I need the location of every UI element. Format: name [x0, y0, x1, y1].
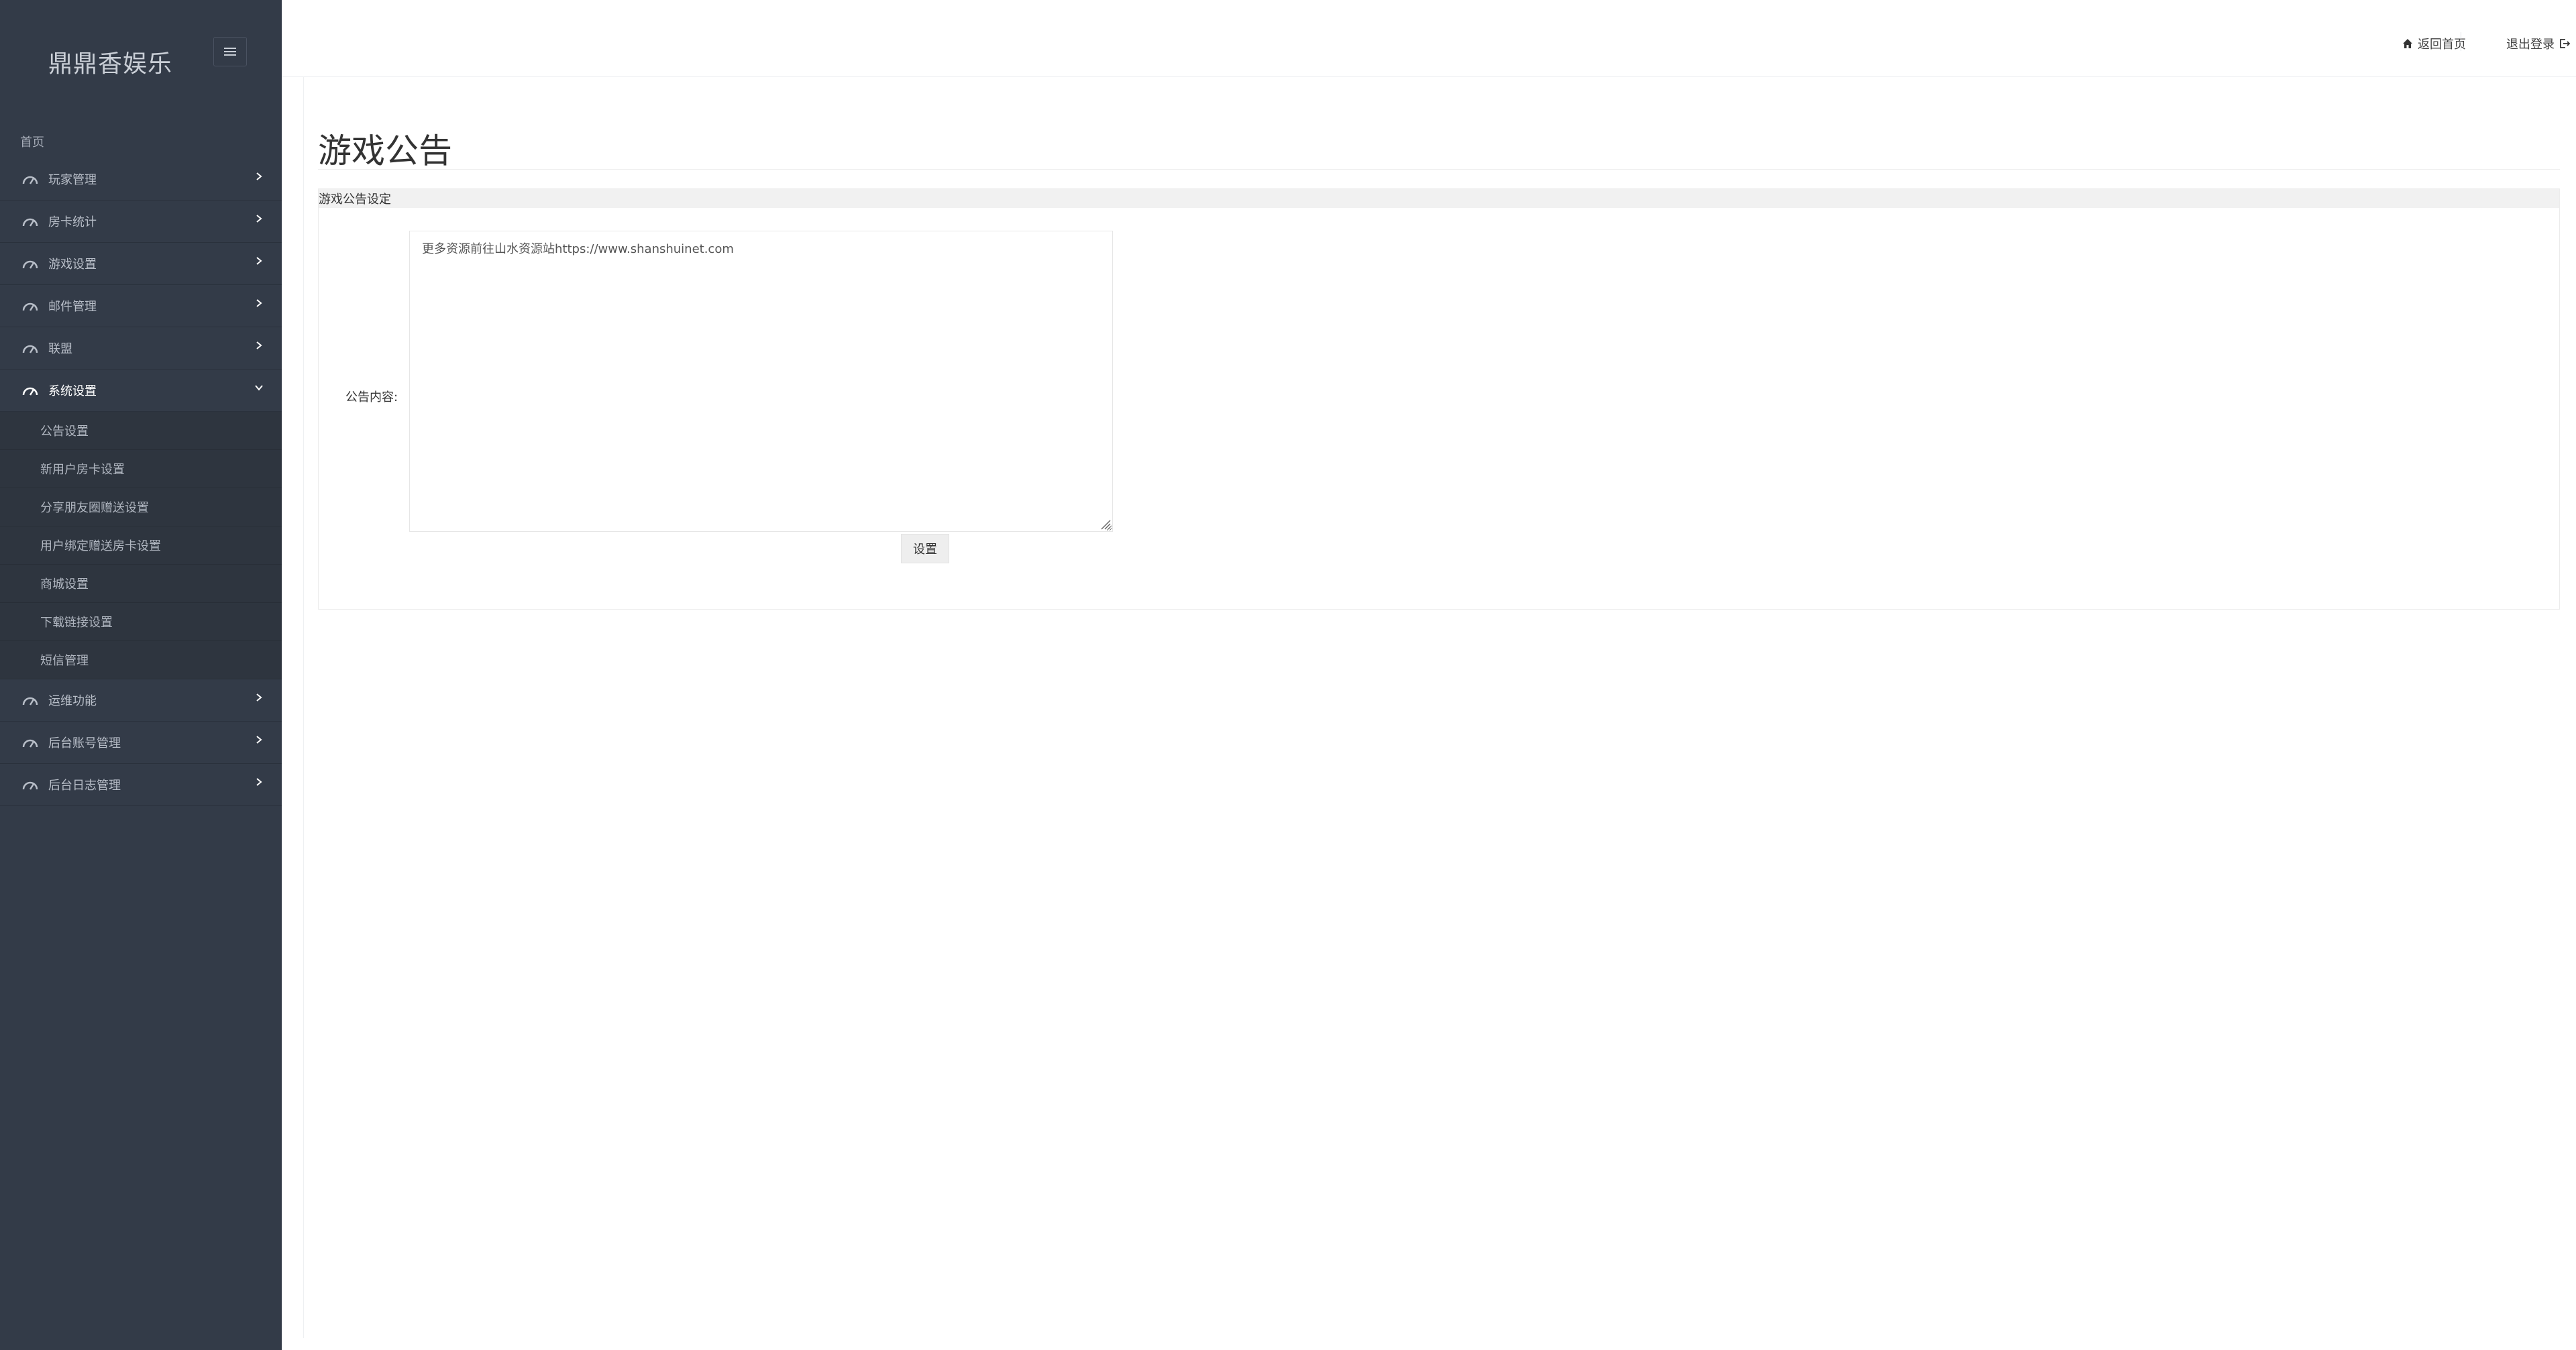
- sidebar-item-players[interactable]: 玩家管理: [0, 158, 282, 201]
- sidebar-item-label: 联盟: [48, 342, 72, 356]
- hamburger-icon: [224, 48, 236, 56]
- gauge-icon: [22, 697, 38, 706]
- top-bar: [282, 0, 2576, 77]
- chevron-down-icon: [255, 385, 263, 391]
- sidebar-item-ops[interactable]: 运维功能: [0, 679, 282, 722]
- sidebar-home-link[interactable]: 首页: [20, 133, 44, 150]
- gauge-icon: [22, 260, 38, 269]
- chevron-right-icon: [256, 299, 262, 307]
- sidebar-item-label: 系统设置: [48, 384, 97, 398]
- sub-item-new-user-card[interactable]: 新用户房卡设置: [0, 450, 282, 488]
- gauge-icon: [22, 218, 38, 227]
- sidebar-item-system-settings[interactable]: 系统设置: [0, 370, 282, 412]
- sidebar-item-admin-logs[interactable]: 后台日志管理: [0, 764, 282, 806]
- sidebar-item-mail[interactable]: 邮件管理: [0, 285, 282, 327]
- gauge-icon: [22, 387, 38, 396]
- sub-item-download-link[interactable]: 下载链接设置: [0, 603, 282, 641]
- sidebar-item-label: 运维功能: [48, 694, 97, 708]
- sidebar-toggle-button[interactable]: [213, 37, 247, 66]
- notice-settings-panel: 游戏公告设定 公告内容: 更多资源前往山水资源站https://www.shan…: [318, 188, 2560, 610]
- sidebar-item-label: 玩家管理: [48, 173, 97, 187]
- title-divider: [318, 169, 2560, 170]
- sub-item-bind-gift[interactable]: 用户绑定赠送房卡设置: [0, 526, 282, 565]
- sub-item-notice-settings[interactable]: 公告设置: [0, 412, 282, 450]
- save-notice-button[interactable]: 设置: [901, 534, 949, 563]
- sidebar-item-admin-accounts[interactable]: 后台账号管理: [0, 722, 282, 764]
- logout-label: 退出登录: [2506, 38, 2555, 52]
- sub-item-shop[interactable]: 商城设置: [0, 565, 282, 603]
- sidebar-item-alliance[interactable]: 联盟: [0, 327, 282, 370]
- notice-content-label: 公告内容:: [345, 390, 398, 404]
- chevron-right-icon: [256, 693, 262, 701]
- sidebar-item-label: 邮件管理: [48, 300, 97, 314]
- back-home-link[interactable]: 返回首页: [2402, 35, 2466, 52]
- sidebar-item-room-card-stats[interactable]: 房卡统计: [0, 201, 282, 243]
- chevron-right-icon: [256, 257, 262, 265]
- sub-item-share-gift[interactable]: 分享朋友圈赠送设置: [0, 488, 282, 526]
- logout-link[interactable]: 退出登录: [2506, 35, 2571, 52]
- logout-icon: [2560, 39, 2571, 48]
- panel-title: 游戏公告设定: [319, 189, 2559, 208]
- chevron-right-icon: [256, 341, 262, 349]
- resize-handle-icon[interactable]: [1099, 518, 1111, 530]
- gauge-icon: [22, 302, 38, 311]
- notice-content-textarea[interactable]: 更多资源前往山水资源站https://www.shanshuinet.com: [409, 231, 1113, 532]
- back-home-label: 返回首页: [2418, 38, 2466, 52]
- page-title: 游戏公告: [318, 131, 452, 170]
- chevron-right-icon: [256, 778, 262, 786]
- sidebar-item-label: 后台日志管理: [48, 779, 121, 793]
- brand-logo: 鼎鼎香娱乐: [48, 50, 173, 78]
- home-icon: [2403, 39, 2412, 48]
- gauge-icon: [22, 345, 38, 353]
- system-settings-submenu: 公告设置 新用户房卡设置 分享朋友圈赠送设置 用户绑定赠送房卡设置 商城设置 下…: [0, 412, 282, 679]
- sidebar: 鼎鼎香娱乐 首页 玩家管理 房卡统计 游戏设置 邮件管理 联盟 系统设置 公告设…: [0, 0, 282, 1350]
- chevron-right-icon: [256, 736, 262, 744]
- sidebar-menu: 玩家管理 房卡统计 游戏设置 邮件管理 联盟 系统设置 公告设置 新用户房卡设置…: [0, 158, 282, 806]
- chevron-right-icon: [256, 172, 262, 180]
- sidebar-item-game-settings[interactable]: 游戏设置: [0, 243, 282, 285]
- gauge-icon: [22, 739, 38, 748]
- sub-item-sms[interactable]: 短信管理: [0, 641, 282, 679]
- sidebar-item-label: 后台账号管理: [48, 736, 121, 750]
- sidebar-item-label: 房卡统计: [48, 215, 97, 229]
- chevron-right-icon: [256, 215, 262, 223]
- gauge-icon: [22, 176, 38, 184]
- sidebar-item-label: 游戏设置: [48, 258, 97, 272]
- gauge-icon: [22, 781, 38, 790]
